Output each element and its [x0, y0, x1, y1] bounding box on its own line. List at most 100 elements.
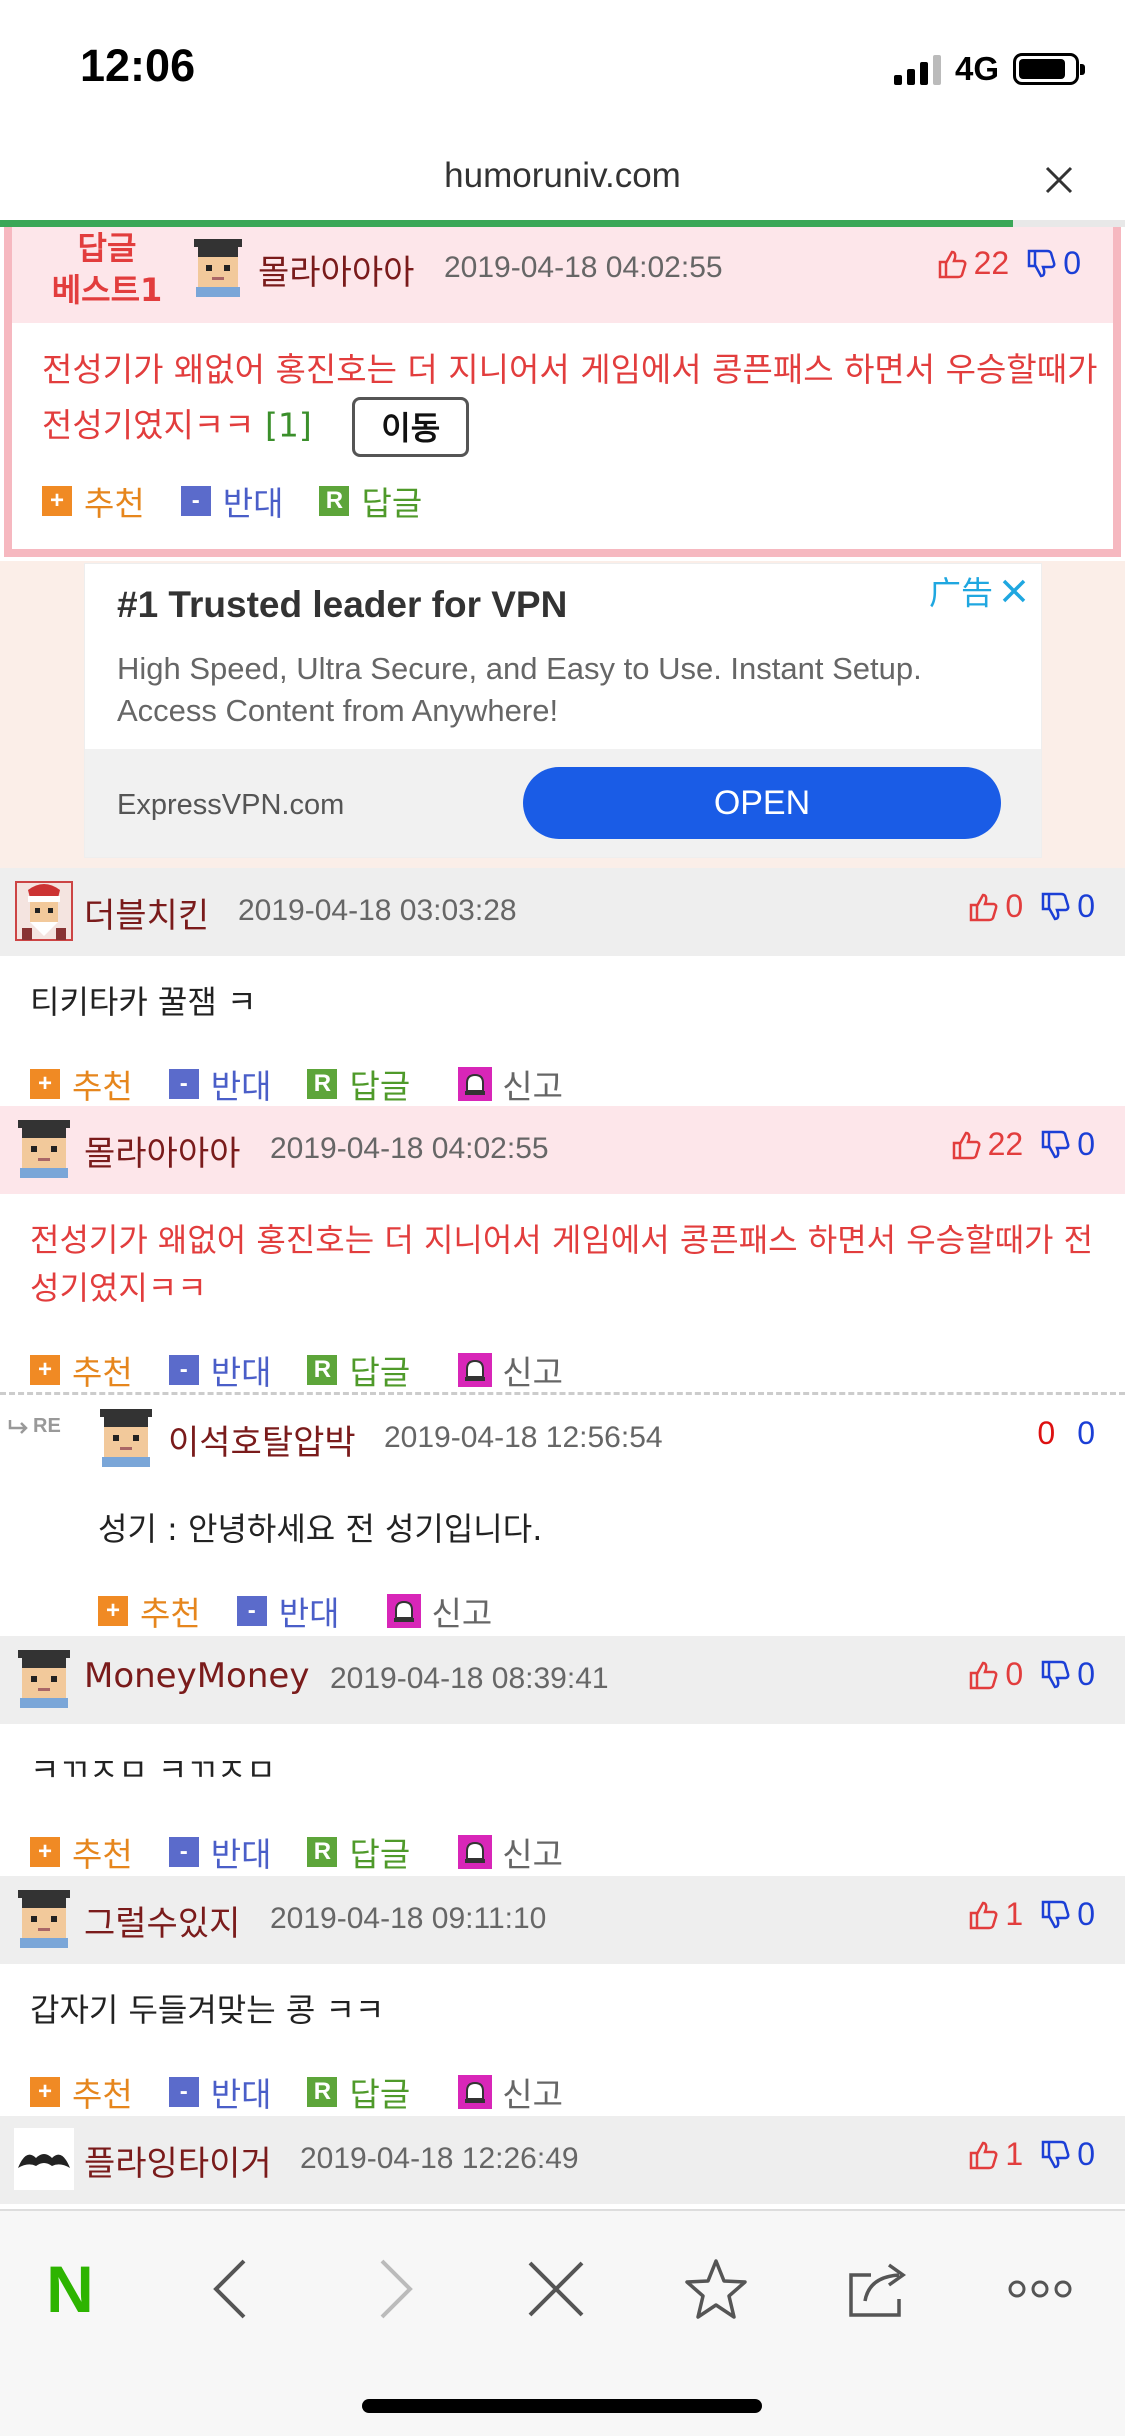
avatar [14, 880, 74, 946]
report-button[interactable]: 신고 [387, 1587, 492, 1635]
url-text[interactable]: humoruniv.com [0, 156, 1125, 196]
reply-button[interactable]: R 답글 [307, 1346, 410, 1394]
recommend-button[interactable]: + 추천 [42, 477, 145, 525]
back-icon[interactable] [180, 2239, 280, 2339]
ad-badge-label: 广告 [928, 574, 993, 612]
plus-icon: + [42, 486, 72, 516]
oppose-button[interactable]: - 반대 [168, 1060, 271, 1108]
ad-domain[interactable]: ExpressVPN.com [117, 789, 344, 822]
report-button[interactable]: 신고 [458, 1828, 563, 1876]
comment-text: 성기 : 안녕하세요 전 성기입니다. [98, 1510, 543, 1548]
comment-author[interactable]: 플라잉타이거 [84, 2136, 272, 2185]
recommend-label: 추천 [72, 2075, 133, 2114]
comment-author[interactable]: 이석호탈압박 [168, 1415, 356, 1464]
reply-label: 답글 [361, 484, 423, 523]
comment-item: 몰라아아아 2019-04-18 04:02:55 22 0 전성기가 왜없어 … [0, 1106, 1125, 1392]
report-bell-icon [458, 1835, 493, 1869]
comment-author[interactable]: 그럴수있지 [84, 1896, 240, 1945]
report-bell-icon [458, 1067, 493, 1101]
comment-votes: 1 0 [967, 2136, 1095, 2173]
thumbs-down-icon[interactable] [1039, 1899, 1071, 1931]
browser-toolbar: N [0, 2209, 1125, 2436]
forward-icon[interactable] [346, 2239, 446, 2339]
close-icon[interactable] [1033, 154, 1085, 206]
reply-button[interactable]: R 답글 [307, 1060, 410, 1108]
avatar [96, 1407, 156, 1473]
comment-author[interactable]: 몰라아아아 [84, 1126, 240, 1175]
upvote-count: 0 [1005, 888, 1024, 924]
re-label: RE [33, 1415, 61, 1437]
comment-actions: + 추천 - 반대 R 답글 신고 [0, 1312, 1125, 1402]
thumbs-down-icon[interactable] [1039, 891, 1071, 923]
thumbs-down-icon[interactable] [1039, 1129, 1071, 1161]
best-reply-label: 답글 베스트1 [51, 229, 163, 309]
report-label: 신고 [502, 1067, 563, 1106]
downvote-count: 0 [1077, 888, 1095, 924]
share-icon[interactable] [830, 2239, 930, 2339]
recommend-button[interactable]: + 추천 [30, 2068, 133, 2116]
reply-button[interactable]: R 답글 [319, 477, 422, 525]
report-button[interactable]: 신고 [458, 1060, 563, 1108]
home-indicator[interactable] [362, 2399, 762, 2413]
oppose-label: 반대 [210, 2075, 272, 2114]
ad-open-button[interactable]: OPEN [523, 767, 1001, 839]
downvote-count: 0 [1063, 245, 1081, 281]
reply-icon: R [319, 486, 350, 516]
minus-icon: - [180, 486, 211, 516]
reply-button[interactable]: R 답글 [307, 2068, 410, 2116]
close-icon[interactable] [506, 2239, 606, 2339]
recommend-button[interactable]: + 추천 [30, 1346, 133, 1394]
thumbs-up-icon[interactable] [936, 248, 968, 280]
oppose-button[interactable]: - 반대 [168, 2068, 272, 2116]
reply-icon: R [307, 1069, 338, 1099]
comment-actions: + 추천 - 반대 R 답글 신고 [0, 1026, 1125, 1116]
close-icon[interactable] [1001, 578, 1027, 604]
comment-author[interactable]: 더블치킨 [84, 888, 209, 937]
page-content: 답글 베스트1 몰라아아아 2019-04-18 04:02:55 22 0 전… [0, 227, 1125, 2209]
reply-arrow-icon [8, 1419, 28, 1434]
oppose-button[interactable]: - 반대 [180, 477, 283, 525]
thumbs-down-icon[interactable] [1025, 248, 1057, 280]
report-label: 신고 [502, 1353, 563, 1392]
thumbs-up-icon[interactable] [950, 1129, 982, 1161]
ad-title[interactable]: #1 Trusted leader for VPN [117, 584, 567, 626]
page-load-progress [0, 220, 1125, 227]
star-icon[interactable] [666, 2239, 766, 2339]
comment-votes: 1 0 [967, 1896, 1095, 1933]
oppose-button[interactable]: - 반대 [168, 1346, 271, 1394]
thumbs-down-icon[interactable] [1039, 1659, 1071, 1691]
comment-header: 그럴수있지 2019-04-18 09:11:10 1 0 [0, 1876, 1125, 1964]
report-button[interactable]: 신고 [458, 1346, 563, 1394]
recommend-button[interactable]: + 추천 [98, 1587, 201, 1635]
reply-icon: R [307, 2077, 338, 2107]
best-reply-author[interactable]: 몰라아아아 [258, 245, 414, 294]
minus-icon: - [168, 1837, 199, 1867]
thumbs-up-icon[interactable] [967, 1899, 999, 1931]
ad-card[interactable]: #1 Trusted leader for VPN 广告 High Speed,… [84, 563, 1042, 858]
thumbs-up-icon[interactable] [967, 891, 999, 923]
avatar [14, 1888, 74, 1954]
thumbs-down-icon[interactable] [1039, 2139, 1071, 2171]
best-reply-box: 답글 베스트1 몰라아아아 2019-04-18 04:02:55 22 0 전… [4, 227, 1121, 557]
signal-icon [893, 53, 941, 85]
reply-button[interactable]: R 답글 [307, 1828, 410, 1876]
comment-header: 플라잉타이거 2019-04-18 12:26:49 1 0 [0, 2116, 1125, 2204]
move-button[interactable]: 이동 [352, 397, 470, 457]
ad-badge[interactable]: 广告 [929, 568, 1027, 614]
ad-footer: ExpressVPN.com OPEN [85, 749, 1041, 857]
recommend-button[interactable]: + 추천 [30, 1828, 133, 1876]
thumbs-up-icon[interactable] [967, 1659, 999, 1691]
comment-date: 2019-04-18 04:02:55 [270, 1132, 549, 1165]
ad-container: #1 Trusted leader for VPN 广告 High Speed,… [0, 561, 1125, 868]
comment-votes: 0 0 [1037, 1415, 1095, 1452]
recommend-button[interactable]: + 추천 [30, 1060, 133, 1108]
downvote-count: 0 [1077, 1126, 1095, 1162]
thumbs-up-icon[interactable] [967, 2139, 999, 2171]
comment-date: 2019-04-18 12:56:54 [384, 1421, 663, 1454]
comment-author[interactable]: MoneyMoney [84, 1656, 309, 1696]
report-button[interactable]: 신고 [458, 2068, 563, 2116]
oppose-button[interactable]: - 반대 [168, 1828, 271, 1876]
oppose-button[interactable]: - 반대 [236, 1587, 339, 1635]
more-icon[interactable] [990, 2239, 1090, 2339]
naver-home-button[interactable]: N [20, 2239, 120, 2339]
